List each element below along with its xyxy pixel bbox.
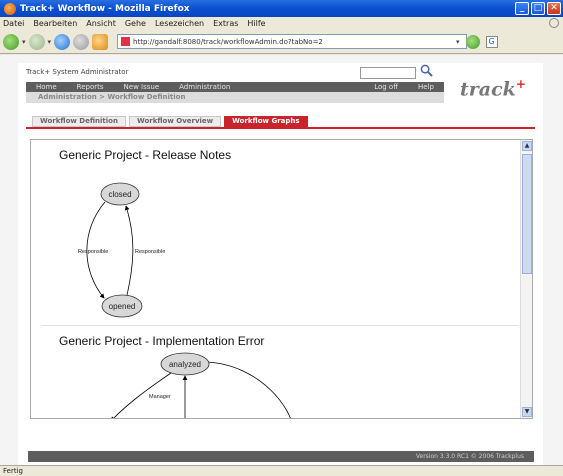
scroll-up-icon[interactable]: ▲: [522, 141, 532, 151]
menu-bearbeiten[interactable]: Bearbeiten: [33, 19, 77, 28]
nav-reports[interactable]: Reports: [67, 83, 114, 91]
tab-underline: [26, 127, 535, 129]
tab-workflow-graphs[interactable]: Workflow Graphs: [224, 116, 308, 127]
navigation-toolbar: ▾ ▾ http://gandalf:8080/track/workflowAd…: [0, 30, 563, 54]
minimize-button[interactable]: _: [515, 2, 529, 15]
tab-workflow-overview[interactable]: Workflow Overview: [128, 116, 222, 127]
trackplus-logo: track+: [460, 77, 526, 101]
scroll-thumb[interactable]: [522, 154, 532, 274]
forward-button[interactable]: [28, 33, 45, 50]
workflow-graphs-panel: Generic Project - Release Notes closed o…: [30, 139, 533, 419]
site-search-input[interactable]: [360, 67, 416, 79]
menu-hilfe[interactable]: Hilfe: [247, 19, 265, 28]
menu-extras[interactable]: Extras: [213, 19, 238, 28]
status-text: Fertig: [3, 467, 23, 475]
graphs-vertical-scrollbar[interactable]: ▲ ▼: [520, 140, 532, 418]
firefox-icon: [4, 2, 16, 15]
search-engine-icon[interactable]: G: [485, 35, 498, 48]
nav-administration[interactable]: Administration: [169, 83, 240, 91]
trackplus-page: Track+ System Administrator track+ Home …: [18, 63, 543, 465]
breadcrumb: Administration > Workflow Definition: [26, 92, 444, 103]
browser-viewport: Track+ System Administrator track+ Home …: [0, 55, 563, 465]
menu-gehe[interactable]: Gehe: [125, 19, 146, 28]
close-button[interactable]: ✕: [547, 2, 561, 15]
back-button[interactable]: [3, 33, 19, 50]
menu-lesezeichen[interactable]: Lesezeichen: [155, 19, 204, 28]
workflow-graph-implementation-canvas: analyzedassignedDeveloper, System Provin…: [160, 352, 210, 376]
node-analyzed-text: analyzed: [169, 360, 201, 369]
workflow-tabs: Workflow Definition Workflow Overview Wo…: [32, 116, 308, 127]
home-button[interactable]: [92, 33, 109, 50]
page-footer: Version 3.3.0 RC1 © 2006 Trackplus: [28, 451, 534, 462]
menu-bar: Datei Bearbeiten Ansicht Gehe Lesezeiche…: [0, 17, 563, 30]
window-controls: _ □ ✕: [515, 2, 561, 15]
search-icon[interactable]: [420, 64, 433, 77]
reload-button[interactable]: [54, 33, 71, 50]
scroll-down-icon[interactable]: ▼: [522, 407, 532, 417]
address-bar[interactable]: http://gandalf:8080/track/workflowAdmin.…: [117, 34, 468, 49]
nav-new-issue[interactable]: New Issue: [114, 83, 170, 91]
window-titlebar: Track+ Workflow - Mozilla Firefox _ □ ✕: [0, 0, 563, 17]
nav-help[interactable]: Help: [408, 83, 444, 91]
site-favicon-icon: [121, 37, 131, 46]
url-history-dropdown-icon[interactable]: ▾: [456, 38, 460, 46]
menu-datei[interactable]: Datei: [3, 19, 24, 28]
address-url: http://gandalf:8080/track/workflowAdmin.…: [133, 37, 323, 46]
status-bar: Fertig: [0, 465, 563, 476]
user-label: Track+ System Administrator: [26, 68, 129, 76]
maximize-button[interactable]: □: [531, 2, 545, 15]
window-title: Track+ Workflow - Mozilla Firefox: [20, 3, 190, 14]
menu-ansicht[interactable]: Ansicht: [86, 19, 116, 28]
throbber-icon: [549, 18, 559, 28]
tab-workflow-definition[interactable]: Workflow Definition: [32, 116, 126, 127]
nav-home[interactable]: Home: [26, 83, 67, 91]
back-dropdown-icon[interactable]: ▾: [22, 38, 26, 46]
go-button[interactable]: [465, 34, 480, 49]
top-navigation: Home Reports New Issue Administration Lo…: [26, 82, 444, 92]
stop-button[interactable]: [73, 33, 90, 50]
forward-dropdown-icon[interactable]: ▾: [48, 38, 52, 46]
nav-log-off[interactable]: Log off: [364, 83, 408, 91]
